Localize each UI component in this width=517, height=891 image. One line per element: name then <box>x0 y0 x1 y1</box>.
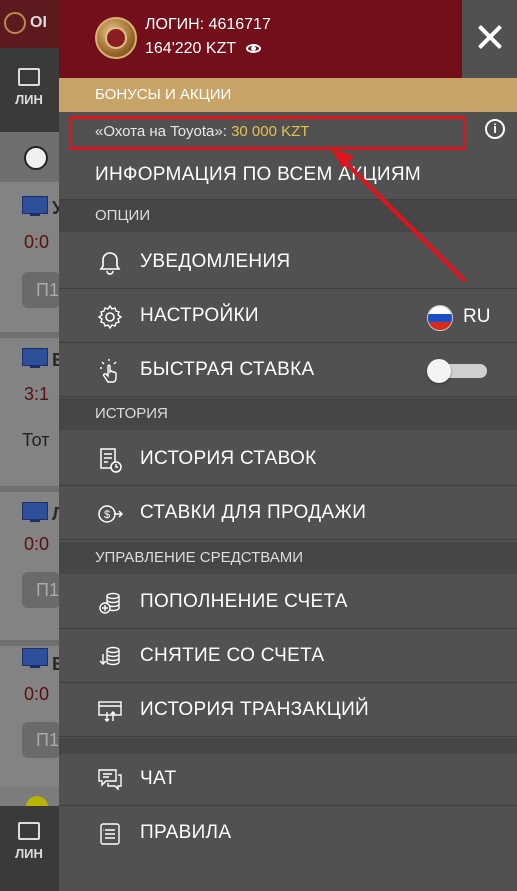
toggle-knob <box>427 359 451 383</box>
section-spacer <box>59 738 517 754</box>
rules-icon <box>100 823 120 845</box>
event-score: 0:0 <box>24 684 50 704</box>
quick-bet-label: БЫСТРАЯ СТАВКА <box>140 359 315 380</box>
info-icon[interactable]: i <box>485 119 505 139</box>
quick-bet-toggle[interactable] <box>427 359 487 383</box>
deposit-label: ПОПОЛНЕНИЕ СЧЕТА <box>140 591 348 612</box>
odds-button[interactable]: П1 <box>22 722 60 758</box>
chat-label: ЧАТ <box>140 768 177 789</box>
logo-icon <box>4 12 26 34</box>
bell-icon <box>99 252 121 275</box>
section-history: ИСТОРИЯ <box>59 398 517 430</box>
all-promos-item[interactable]: ИНФОРМАЦИЯ ПО ВСЕМ АКЦИЯМ <box>59 152 517 200</box>
event-text: Тот <box>22 430 50 450</box>
menu-item-chat[interactable]: ЧАТ <box>59 754 517 806</box>
rules-label: ПРАВИЛА <box>140 822 232 843</box>
menu-item-rules[interactable]: ПРАВИЛА <box>59 808 517 860</box>
soccer-ball-icon <box>24 146 48 170</box>
menu-item-bets-for-sale[interactable]: $ СТАВКИ ДЛЯ ПРОДАЖИ <box>59 488 517 540</box>
menu-item-quick-bet[interactable]: БЫСТРАЯ СТАВКА <box>59 345 517 397</box>
section-funds: УПРАВЛЕНИЕ СРЕДСТВАМИ <box>59 542 517 574</box>
menu-item-deposit[interactable]: ПОПОЛНЕНИЕ СЧЕТА <box>59 577 517 629</box>
odds-button[interactable]: П1 <box>22 572 60 608</box>
tab-line[interactable]: ЛИН <box>0 68 58 107</box>
avatar[interactable] <box>95 17 137 59</box>
transactions-icon <box>98 701 122 722</box>
menu-item-settings[interactable]: НАСТРОЙКИ RU <box>59 291 517 343</box>
live-stream-icon <box>22 196 48 216</box>
event-score: 3:1 <box>24 384 50 404</box>
transactions-label: ИСТОРИЯ ТРАНЗАКЦИЙ <box>140 699 369 720</box>
side-drawer: ЛОГИН: 4616717 164'220 KZT БОНУСЫ И АКЦИ… <box>59 0 517 891</box>
bottom-tab-line[interactable]: ЛИН <box>0 822 58 861</box>
settings-label: НАСТРОЙКИ <box>140 305 259 326</box>
account-header: ЛОГИН: 4616717 164'220 KZT <box>59 0 462 78</box>
deposit-icon <box>99 592 120 614</box>
all-promos-label: ИНФОРМАЦИЯ ПО ВСЕМ АКЦИЯМ <box>95 164 422 185</box>
bet-history-icon <box>100 448 122 473</box>
annotation-highlight-box <box>69 116 466 150</box>
section-bonuses: БОНУСЫ И АКЦИИ <box>59 78 517 112</box>
tap-hand-icon <box>100 359 117 383</box>
logo-text: OI <box>30 14 47 31</box>
menu-item-transactions[interactable]: ИСТОРИЯ ТРАНЗАКЦИЙ <box>59 685 517 737</box>
russia-flag-icon[interactable] <box>427 305 453 331</box>
notifications-label: УВЕДОМЛЕНИЯ <box>140 251 291 272</box>
gear-icon <box>97 304 123 330</box>
section-options: ОПЦИИ <box>59 200 517 232</box>
menu-item-bet-history[interactable]: ИСТОРИЯ СТАВОК <box>59 434 517 486</box>
menu-item-notifications[interactable]: УВЕДОМЛЕНИЯ <box>59 237 517 289</box>
language-code[interactable]: RU <box>463 306 490 328</box>
live-stream-icon <box>22 502 48 522</box>
sell-bet-icon: $ <box>98 505 123 523</box>
line-icon <box>18 68 40 86</box>
bets-for-sale-label: СТАВКИ ДЛЯ ПРОДАЖИ <box>140 502 367 523</box>
bet-history-label: ИСТОРИЯ СТАВОК <box>140 448 317 469</box>
bottom-tab-line-label: ЛИН <box>15 846 43 861</box>
line-icon <box>18 822 40 840</box>
login-label: ЛОГИН: 4616717 <box>145 16 271 33</box>
odds-button[interactable]: П1 <box>22 272 60 308</box>
event-score: 0:0 <box>24 534 50 554</box>
live-stream-icon <box>22 648 48 668</box>
withdraw-label: СНЯТИЕ СО СЧЕТА <box>140 645 325 666</box>
close-icon[interactable] <box>475 22 505 52</box>
menu-item-withdraw[interactable]: СНЯТИЕ СО СЧЕТА <box>59 631 517 683</box>
svg-text:$: $ <box>104 509 110 521</box>
avatar-badge <box>105 27 127 49</box>
event-score: 0:0 <box>24 232 50 252</box>
live-stream-icon <box>22 348 48 368</box>
withdraw-icon <box>99 646 120 666</box>
chat-icon <box>98 769 122 791</box>
tab-line-label: ЛИН <box>15 92 43 107</box>
balance-value: 164'220 KZT <box>145 40 236 57</box>
eye-icon[interactable] <box>246 44 262 54</box>
balance-row: 164'220 KZT <box>145 40 262 58</box>
